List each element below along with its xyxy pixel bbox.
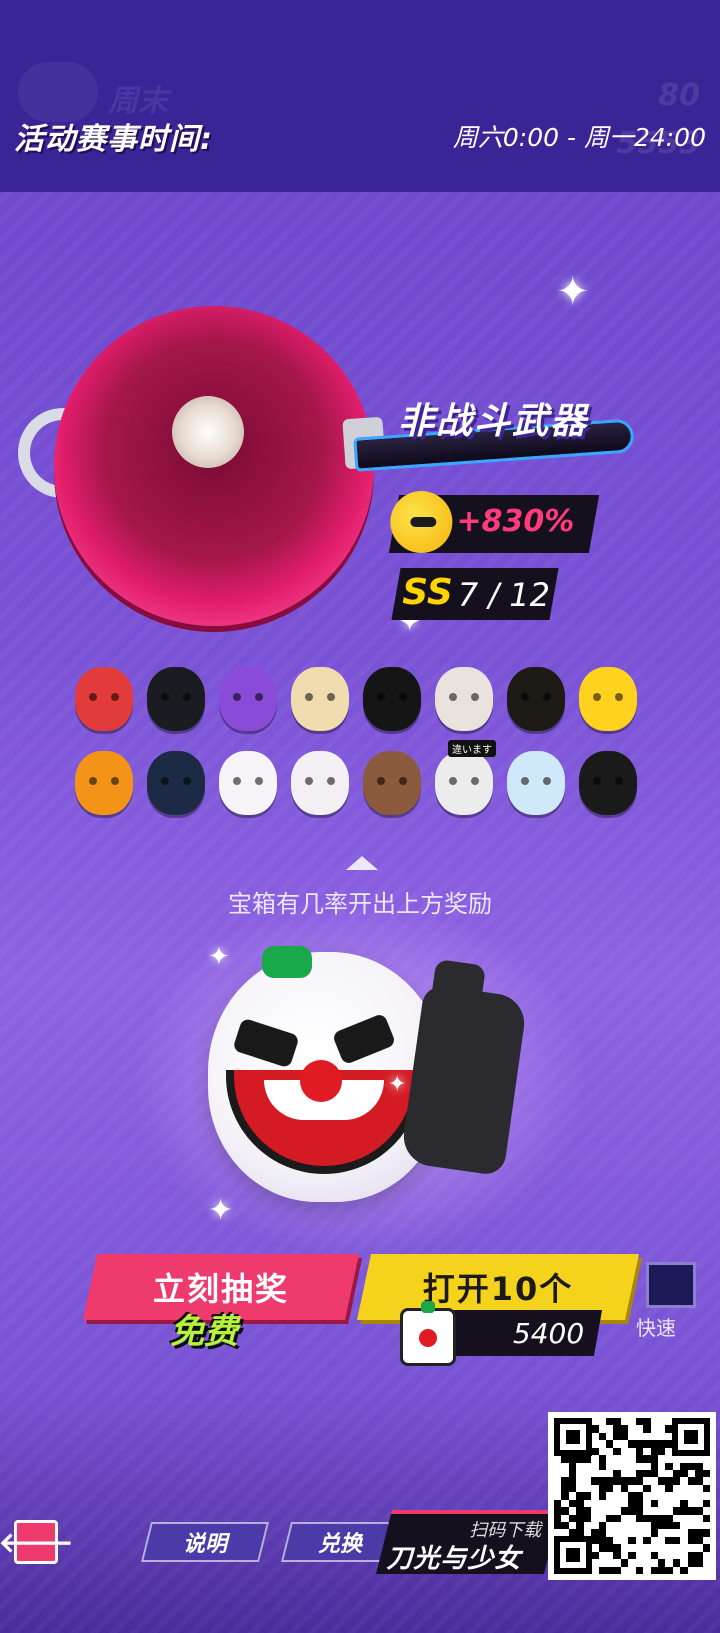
reward-item — [284, 660, 356, 738]
reward-item — [356, 660, 428, 738]
weapon-type-label: 非战斗武器 — [398, 401, 589, 442]
arrow-left-icon: 🡐 — [0, 1526, 74, 1559]
sparkle-icon: ✦ — [388, 1072, 407, 1097]
reward-grid — [68, 660, 668, 822]
clown-chest-icon — [400, 1301, 456, 1366]
game-name: 刀光与少女 — [386, 1544, 522, 1574]
mascot-watermark-icon — [18, 62, 98, 122]
rank-count: 7 / 12 — [457, 576, 551, 614]
clown-head-icon — [291, 751, 349, 815]
nutcracker-head-icon — [75, 667, 133, 731]
horned-skull-mask-icon — [435, 667, 493, 731]
reward-item — [572, 744, 644, 822]
sparkle-icon: ✦ — [208, 942, 230, 972]
reward-item — [572, 660, 644, 738]
halo-bowl-cut-head-icon — [147, 667, 205, 731]
help-button[interactable]: 说明 — [141, 1522, 269, 1562]
fish-head-icon — [507, 751, 565, 815]
reward-item — [212, 660, 284, 738]
free-badge: 免费 — [170, 1312, 238, 1352]
back-button[interactable]: 🡐 — [0, 1520, 74, 1564]
game-download-tag: 扫码下载 刀光与少女 — [376, 1510, 560, 1574]
bonus-percent: +830% — [456, 504, 575, 539]
bonus-badge: +830% — [388, 491, 600, 553]
reward-item — [500, 660, 572, 738]
quick-toggle-checkbox[interactable] — [646, 1262, 696, 1308]
reward-item — [356, 744, 428, 822]
bear-head-icon — [363, 751, 421, 815]
yellow-block-head-icon — [579, 667, 637, 731]
reaper-hood-icon — [579, 751, 637, 815]
quick-toggle-label: 快速 — [636, 1316, 676, 1340]
black-bunny-head-icon — [363, 667, 421, 731]
clown-showcase-icon — [208, 946, 444, 1202]
sparkle-icon: ✦ — [556, 269, 590, 315]
reward-item — [140, 660, 212, 738]
qr-code — [548, 1412, 716, 1580]
cyber-visor-helmet-icon — [147, 751, 205, 815]
pumpkin-head-icon — [75, 751, 133, 815]
smug-face-icon — [390, 491, 453, 553]
reward-item — [284, 744, 356, 822]
pan-center — [172, 396, 244, 468]
white-bunny-head-icon — [219, 751, 277, 815]
reward-item — [500, 744, 572, 822]
reward-item — [68, 744, 140, 822]
blonde-hair-head-icon — [291, 667, 349, 731]
rank-badge: SS 7 / 12 — [391, 568, 559, 620]
frying-pan-weapon-icon — [14, 300, 674, 630]
purple-rider-helmet-icon — [219, 667, 277, 731]
reward-item — [68, 660, 140, 738]
arrow-up-icon — [346, 856, 378, 870]
event-time-value: 周六0:00 - 周一24:00 — [452, 123, 706, 152]
event-header: 周末 80 5553 活动赛事时间: 周六0:00 - 周一24:00 — [0, 0, 720, 192]
box-head-icon — [435, 751, 493, 815]
event-time-label: 活动赛事时间: — [14, 122, 213, 157]
gold-visor-helmet-icon — [507, 667, 565, 731]
sparkle-icon: ✦ — [208, 1193, 234, 1228]
rare-tag: 違います — [448, 740, 496, 757]
reward-item — [428, 660, 500, 738]
reward-item — [212, 744, 284, 822]
rank-grade: SS — [402, 572, 453, 613]
reward-item — [140, 744, 212, 822]
